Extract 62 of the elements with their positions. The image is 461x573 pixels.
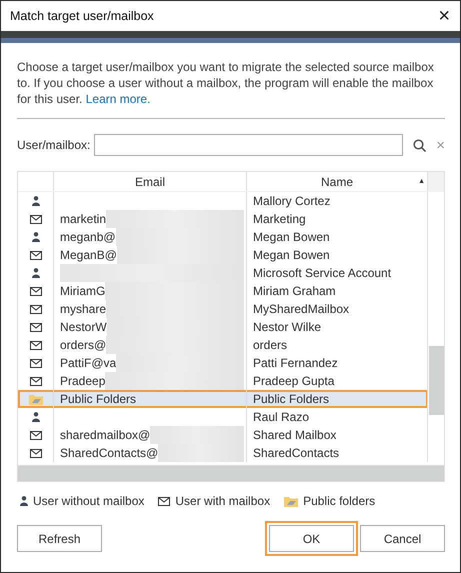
description-text: Choose a target user/mailbox you want to migrate the selected source mailbox to. If you choose a user without a mailbox, the program will enable the mailbox for this user. Learn more. bbox=[17, 59, 435, 107]
person-icon bbox=[32, 196, 40, 206]
legend-label: User with mailbox bbox=[175, 494, 270, 508]
dialog-button[interactable]: Cancel bbox=[360, 525, 445, 552]
name-text: Megan Bowen bbox=[253, 230, 330, 244]
name-text: Mallory Cortez bbox=[253, 194, 330, 208]
email-text: marketin bbox=[60, 212, 106, 226]
dialog-button[interactable]: Refresh bbox=[17, 525, 102, 552]
email-text: MeganB@ bbox=[60, 248, 117, 262]
envelope-icon bbox=[30, 250, 42, 260]
name-text: MySharedMailbox bbox=[253, 302, 350, 316]
email-text: sharedmailbox@ bbox=[60, 428, 150, 442]
search-label: User/mailbox: bbox=[17, 138, 90, 152]
name-text: Raul Razo bbox=[253, 410, 310, 424]
email-text: Public Folders bbox=[60, 392, 136, 406]
envelope-icon bbox=[30, 340, 42, 350]
person-icon bbox=[32, 232, 40, 242]
column-header[interactable]: Email bbox=[54, 172, 247, 191]
name-text: Miriam Graham bbox=[253, 284, 336, 298]
email-text: meganb@ bbox=[60, 230, 116, 244]
name-text: orders bbox=[253, 338, 288, 352]
folder-icon bbox=[284, 496, 298, 506]
email-text: Pradeep bbox=[60, 374, 106, 388]
legend-label: Public folders bbox=[303, 494, 376, 508]
search-field[interactable] bbox=[94, 134, 404, 156]
email-text: NestorW bbox=[60, 320, 107, 334]
dialog-button[interactable]: OK bbox=[265, 521, 358, 556]
name-text: Nestor Wilke bbox=[253, 320, 322, 334]
envelope-icon bbox=[158, 496, 170, 506]
close-button[interactable]: × bbox=[438, 6, 450, 26]
envelope-icon bbox=[30, 448, 42, 458]
envelope-icon bbox=[30, 214, 42, 224]
name-text: SharedContacts bbox=[253, 446, 340, 460]
email-text: SharedContacts@ bbox=[60, 446, 158, 460]
window-title: Match target user/mailbox bbox=[10, 9, 154, 23]
email-text: myshare bbox=[60, 302, 106, 316]
name-text: Public Folders bbox=[253, 392, 330, 406]
person-icon bbox=[32, 268, 40, 278]
email-text: PattiF@va bbox=[60, 356, 116, 370]
name-text: Patti Fernandez bbox=[253, 356, 338, 370]
person-icon bbox=[32, 412, 40, 422]
email-text: MiriamG bbox=[60, 284, 106, 298]
name-text: Shared Mailbox bbox=[253, 428, 336, 442]
envelope-icon bbox=[30, 322, 42, 332]
search-icon bbox=[413, 138, 426, 152]
learn-more-link[interactable]: Learn more. bbox=[86, 92, 150, 106]
envelope-icon bbox=[30, 358, 42, 368]
name-text: Megan Bowen bbox=[253, 248, 330, 262]
name-text: Microsoft Service Account bbox=[253, 266, 392, 280]
scroll-thumb[interactable] bbox=[429, 346, 444, 415]
horizontal-scrollbar[interactable] bbox=[18, 465, 444, 481]
table-row[interactable]: Public Folders Public Folders bbox=[18, 390, 428, 408]
envelope-icon bbox=[30, 286, 42, 296]
name-text: Marketing bbox=[253, 212, 306, 226]
envelope-icon bbox=[30, 376, 42, 386]
envelope-icon bbox=[30, 430, 42, 440]
legend-label: User without mailbox bbox=[33, 494, 144, 508]
folder-icon bbox=[28, 394, 42, 404]
name-text: Pradeep Gupta bbox=[253, 374, 334, 388]
email-text: orders@ bbox=[60, 338, 106, 352]
envelope-icon bbox=[30, 304, 42, 314]
person-icon bbox=[20, 496, 28, 506]
